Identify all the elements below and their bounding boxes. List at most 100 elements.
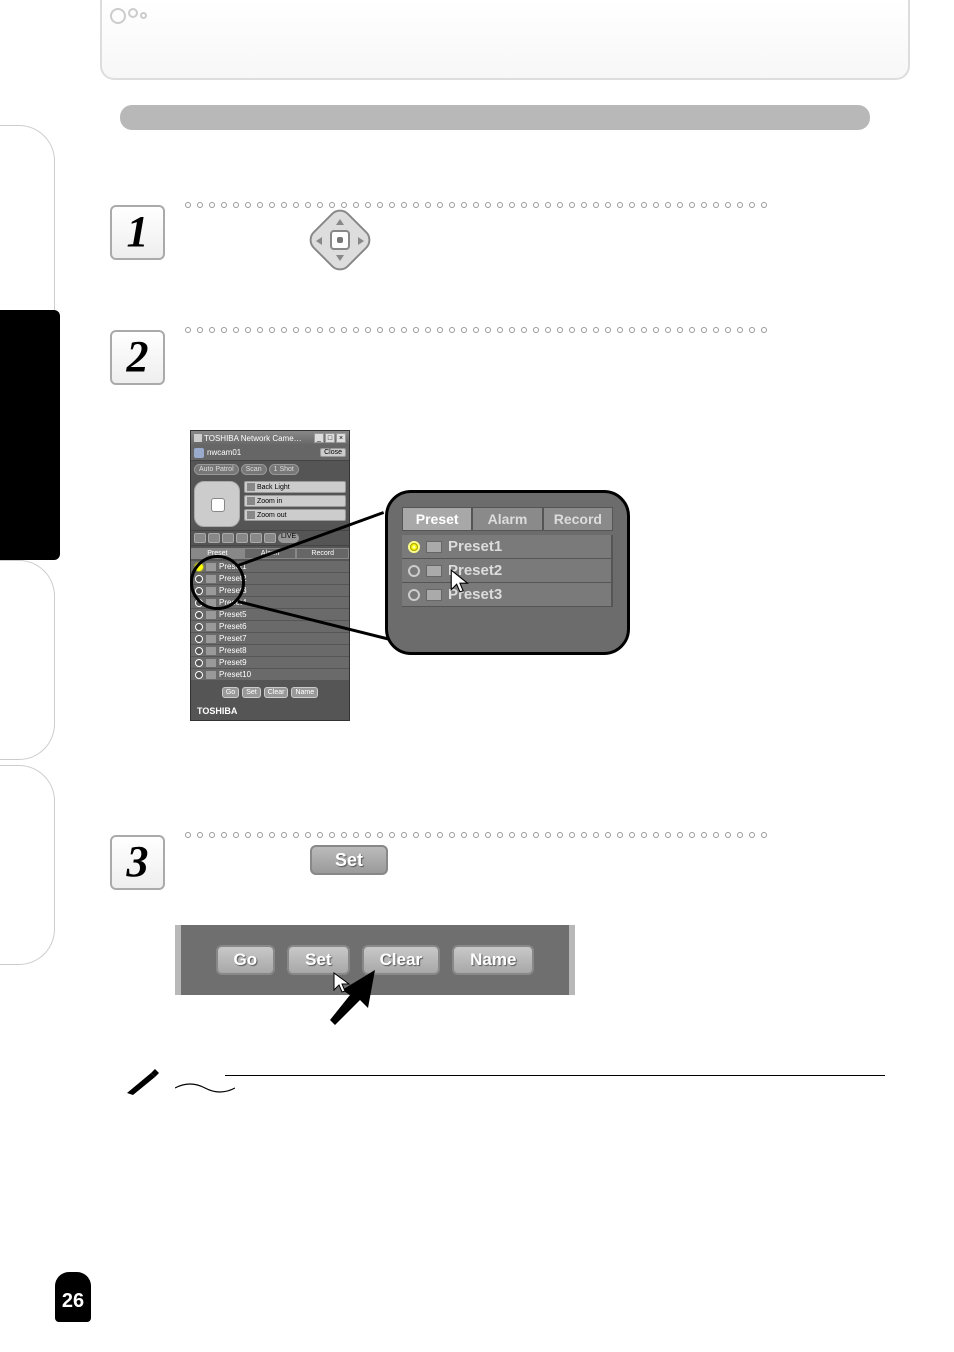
- scan-button[interactable]: Scan: [241, 464, 267, 475]
- preset-row[interactable]: Preset8: [191, 645, 349, 657]
- download-icon[interactable]: [206, 623, 216, 631]
- step-3: 3: [110, 835, 165, 890]
- callout-tab-preset[interactable]: Preset: [402, 507, 472, 531]
- bubble-decoration: [110, 8, 147, 29]
- camera-viewer-window[interactable]: TOSHIBA Network Came… _ □ × nwcam01 Clos…: [190, 430, 350, 721]
- download-icon[interactable]: [206, 671, 216, 679]
- download-icon[interactable]: [206, 659, 216, 667]
- sun-icon: [247, 483, 255, 491]
- radio-icon[interactable]: [195, 599, 203, 607]
- back-light-button[interactable]: Back Light: [244, 481, 346, 493]
- download-icon[interactable]: [206, 563, 216, 571]
- rewind-fast-icon[interactable]: [194, 533, 206, 543]
- radio-icon[interactable]: [408, 541, 420, 553]
- preset-label: Preset6: [219, 622, 247, 631]
- step-1-badge: 1: [110, 205, 165, 260]
- preset-row[interactable]: Preset1: [191, 561, 349, 573]
- radio-icon[interactable]: [408, 565, 420, 577]
- download-icon[interactable]: [206, 635, 216, 643]
- step-3-badge: 3: [110, 835, 165, 890]
- window-maximize-icon[interactable]: □: [325, 433, 335, 443]
- callout-preset-row[interactable]: Preset3: [402, 583, 613, 607]
- control-strip: Auto Patrol Scan 1 Shot: [191, 461, 349, 478]
- tab-record[interactable]: Record: [296, 548, 349, 559]
- name-button[interactable]: Name: [452, 945, 534, 975]
- preset-row[interactable]: Preset10: [191, 669, 349, 681]
- radio-icon[interactable]: [195, 623, 203, 631]
- camera-icon: [194, 448, 204, 458]
- step-2-badge: 2: [110, 330, 165, 385]
- preset-label: Preset5: [219, 610, 247, 619]
- go-button[interactable]: Go: [216, 945, 276, 975]
- one-shot-button[interactable]: 1 Shot: [269, 464, 299, 475]
- radio-icon[interactable]: [195, 635, 203, 643]
- camera-row: nwcam01 Close: [191, 445, 349, 461]
- pointer-arrow-icon: [330, 970, 380, 1035]
- radio-icon[interactable]: [195, 659, 203, 667]
- camera-name: nwcam01: [207, 448, 241, 457]
- preset-label: Preset1: [448, 538, 502, 555]
- clear-button[interactable]: Clear: [264, 687, 289, 698]
- name-button[interactable]: Name: [291, 687, 318, 698]
- download-icon[interactable]: [206, 587, 216, 595]
- app-icon: [194, 434, 202, 442]
- callout-tab-alarm[interactable]: Alarm: [472, 507, 542, 531]
- set-button[interactable]: Set: [242, 687, 261, 698]
- forward-icon[interactable]: [250, 533, 262, 543]
- download-icon[interactable]: [206, 611, 216, 619]
- pan-tilt-joystick-icon: [310, 215, 370, 265]
- pan-tilt-control[interactable]: [194, 481, 240, 527]
- radio-icon[interactable]: [195, 575, 203, 583]
- side-tab-active: [0, 310, 60, 560]
- download-icon[interactable]: [426, 541, 442, 553]
- page-number: 26: [55, 1272, 91, 1322]
- download-icon[interactable]: [206, 647, 216, 655]
- window-minimize-icon[interactable]: _: [314, 433, 324, 443]
- preset-label: Preset9: [219, 658, 247, 667]
- preset-zoom-callout: Preset Alarm Record Preset1 Preset2 Pres…: [385, 490, 630, 655]
- zoom-out-button[interactable]: Zoom out: [244, 509, 346, 521]
- step-2-dotted-rule: [185, 320, 875, 338]
- section-heading-bar: [120, 105, 870, 130]
- set-button-chip[interactable]: Set: [310, 845, 388, 875]
- radio-icon[interactable]: [195, 563, 203, 571]
- step-3-dotted-rule: [185, 825, 875, 843]
- rewind-icon[interactable]: [208, 533, 220, 543]
- download-icon[interactable]: [206, 599, 216, 607]
- radio-icon[interactable]: [195, 647, 203, 655]
- callout-preset-row[interactable]: Preset1: [402, 535, 613, 559]
- download-icon[interactable]: [426, 589, 442, 601]
- preset-row[interactable]: Preset2: [191, 573, 349, 585]
- radio-icon[interactable]: [195, 611, 203, 619]
- preset-row[interactable]: Preset7: [191, 633, 349, 645]
- zoom-out-label: Zoom out: [257, 512, 287, 519]
- window-close-icon[interactable]: ×: [336, 433, 346, 443]
- callout-preset-row[interactable]: Preset2: [402, 559, 613, 583]
- window-titlebar[interactable]: TOSHIBA Network Came… _ □ ×: [191, 431, 349, 445]
- zoom-in-button[interactable]: Zoom in: [244, 495, 346, 507]
- go-button[interactable]: Go: [222, 687, 239, 698]
- pause-icon[interactable]: [236, 533, 248, 543]
- tab-preset[interactable]: Preset: [191, 548, 244, 559]
- preset-row[interactable]: Preset3: [191, 585, 349, 597]
- note-divider: [125, 1075, 885, 1076]
- download-icon[interactable]: [206, 575, 216, 583]
- preset-label: Preset7: [219, 634, 247, 643]
- window-title: TOSHIBA Network Came…: [204, 434, 302, 443]
- radio-icon[interactable]: [408, 589, 420, 601]
- play-icon[interactable]: [222, 533, 234, 543]
- preset-row[interactable]: Preset9: [191, 657, 349, 669]
- download-icon[interactable]: [426, 565, 442, 577]
- side-tab-outline-2: [0, 560, 55, 760]
- preset-label: Preset3: [219, 586, 247, 595]
- radio-icon[interactable]: [195, 671, 203, 679]
- zoom-in-icon: [247, 497, 255, 505]
- brand-label: TOSHIBA: [191, 702, 349, 720]
- page-header: [100, 0, 910, 80]
- forward-fast-icon[interactable]: [264, 533, 276, 543]
- callout-tab-record[interactable]: Record: [543, 507, 613, 531]
- radio-icon[interactable]: [195, 587, 203, 595]
- close-button[interactable]: Close: [320, 448, 346, 457]
- auto-patrol-button[interactable]: Auto Patrol: [194, 464, 239, 475]
- pen-icon: [125, 1069, 159, 1102]
